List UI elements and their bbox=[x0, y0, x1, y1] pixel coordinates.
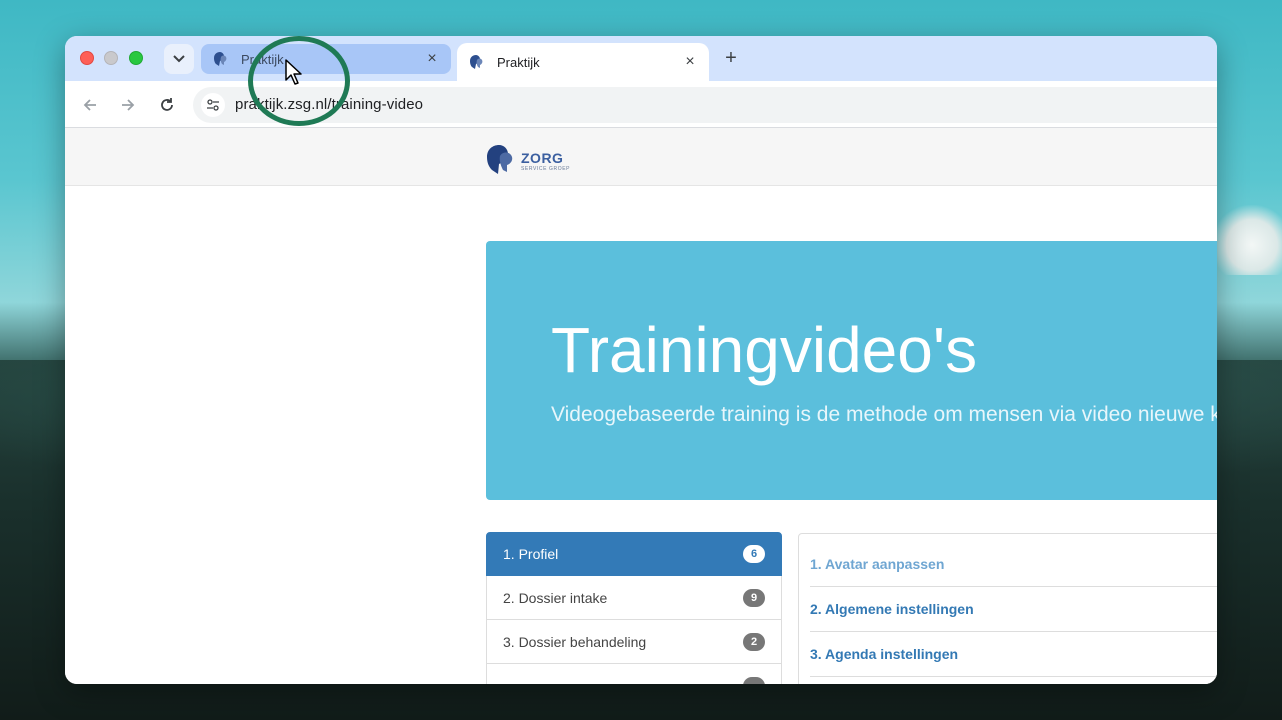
new-tab-button[interactable]: + bbox=[719, 46, 743, 70]
count-badge bbox=[743, 676, 765, 684]
zorg-logo-icon bbox=[487, 145, 513, 174]
forward-button[interactable] bbox=[116, 93, 140, 117]
arrow-right-icon bbox=[122, 99, 135, 111]
background-cloud bbox=[1212, 205, 1282, 275]
hero-banner: Trainingvideo's Videogebaseerde training… bbox=[486, 241, 1217, 500]
category-item-profiel[interactable]: 1. Profiel 6 bbox=[486, 532, 782, 576]
back-button[interactable] bbox=[78, 93, 102, 117]
video-item[interactable]: 2. Algemene instellingen bbox=[810, 587, 1217, 632]
count-badge: 6 bbox=[743, 545, 765, 563]
reload-icon bbox=[161, 98, 173, 111]
web-page: ZORG SERVICE GROEP Trainingvideo's Video… bbox=[65, 128, 1217, 684]
tab-search-button[interactable] bbox=[164, 44, 194, 74]
count-badge: 2 bbox=[743, 632, 765, 651]
category-label: 2. Dossier intake bbox=[503, 589, 608, 606]
zorg-favicon-icon bbox=[470, 55, 483, 69]
category-list: 1. Profiel 6 2. Dossier intake 9 3. Doss… bbox=[486, 532, 782, 684]
tune-icon bbox=[207, 99, 219, 111]
browser-window: Praktijk × Praktijk × + praktijk.zsg.nl/… bbox=[65, 36, 1217, 684]
category-label: 3. Dossier behandeling bbox=[503, 633, 647, 650]
video-link[interactable]: 3. Agenda instellingen bbox=[810, 646, 958, 662]
zorg-logo[interactable]: ZORG SERVICE GROEP bbox=[485, 144, 570, 178]
minimize-window-button[interactable] bbox=[104, 51, 118, 65]
video-item[interactable]: 1. Avatar aanpassen bbox=[810, 542, 1217, 587]
logo-name: ZORG bbox=[521, 150, 564, 166]
page-title: Trainingvideo's bbox=[551, 314, 978, 386]
site-header: ZORG SERVICE GROEP bbox=[65, 128, 1217, 186]
hero-subtitle: Videogebaseerde training is de methode o… bbox=[551, 403, 1217, 426]
maximize-window-button[interactable] bbox=[129, 51, 143, 65]
mouse-pointer-icon bbox=[285, 59, 302, 85]
video-item[interactable]: 3. Agenda instellingen bbox=[810, 632, 1217, 677]
video-link[interactable]: 1. Avatar aanpassen bbox=[810, 556, 944, 572]
site-info-button[interactable] bbox=[201, 93, 225, 117]
browser-toolbar: praktijk.zsg.nl/training-video bbox=[65, 81, 1217, 128]
video-link[interactable]: 2. Algemene instellingen bbox=[810, 601, 974, 617]
reload-button[interactable] bbox=[155, 93, 179, 117]
tab-title: Praktijk bbox=[497, 54, 540, 70]
close-window-button[interactable] bbox=[80, 51, 94, 65]
category-item-partial[interactable] bbox=[486, 664, 782, 684]
chevron-down-icon bbox=[173, 55, 185, 63]
tab-praktijk-2[interactable]: Praktijk × bbox=[457, 43, 709, 81]
count-badge: 9 bbox=[743, 588, 765, 607]
category-label: 1. Profiel bbox=[503, 546, 559, 562]
tab-bar: Praktijk × Praktijk × + bbox=[65, 36, 1217, 81]
zorg-favicon-icon bbox=[214, 52, 227, 66]
category-item-dossier-intake[interactable]: 2. Dossier intake 9 bbox=[486, 576, 782, 620]
arrow-left-icon bbox=[83, 99, 96, 111]
logo-subtitle: SERVICE GROEP bbox=[521, 166, 571, 172]
tab-close-icon[interactable]: × bbox=[423, 50, 441, 68]
video-list-panel: 1. Avatar aanpassen 2. Algemene instelli… bbox=[798, 533, 1217, 684]
category-item-dossier-behandeling[interactable]: 3. Dossier behandeling 2 bbox=[486, 620, 782, 664]
tab-close-icon[interactable]: × bbox=[681, 53, 699, 71]
